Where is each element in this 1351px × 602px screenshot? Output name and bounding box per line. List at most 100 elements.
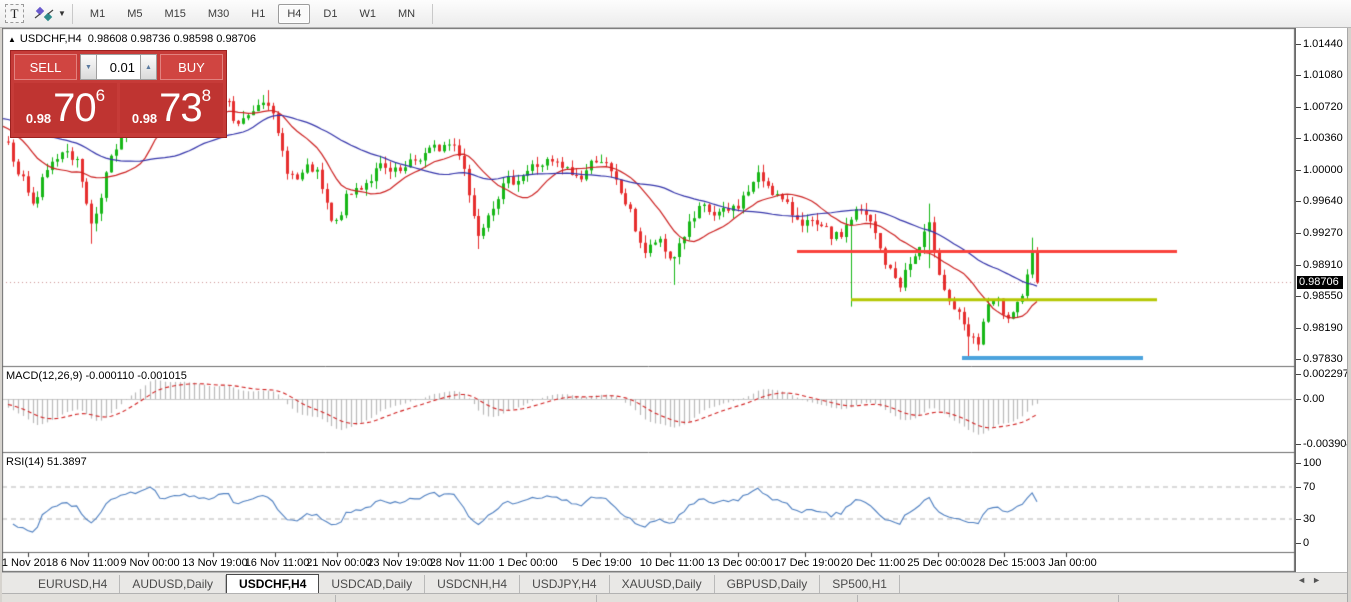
price-axis-label: 0.98190 [1303, 322, 1343, 334]
price-axis[interactable]: 1.014401.010801.007201.003601.000000.996… [1295, 28, 1347, 572]
status-bar [2, 593, 1347, 602]
timeframe-button-mn[interactable]: MN [389, 4, 424, 24]
buy-price-big-digits: 73 [159, 87, 202, 129]
time-axis-label: 10 Dec 11:00 [640, 557, 705, 569]
status-separator [857, 595, 858, 602]
chart-tab-usdjpy[interactable]: USDJPY,H4 [520, 575, 609, 593]
dropdown-caret-icon[interactable]: ▼ [58, 9, 66, 18]
price-axis-label: 1.00360 [1303, 132, 1343, 144]
time-axis-label: 5 Dec 19:00 [572, 557, 631, 569]
time-axis-label: 17 Dec 19:00 [774, 557, 839, 569]
chart-ohlc-title: ▲ USDCHF,H4 0.98608 0.98736 0.98598 0.987… [8, 33, 256, 45]
time-axis-label: 20 Dec 11:00 [841, 557, 906, 569]
high-value: 0.98736 [131, 33, 171, 45]
macd-indicator-label: MACD(12,26,9) -0.000110 -0.001015 [6, 370, 187, 382]
time-axis-label: 9 Nov 00:00 [120, 557, 179, 569]
status-separator [335, 595, 336, 602]
rsi-name: RSI(14) [6, 456, 44, 468]
status-separator [596, 595, 597, 602]
macd-name: MACD(12,26,9) [6, 370, 82, 382]
volume-input[interactable] [97, 54, 140, 80]
timeframe-button-h4[interactable]: H4 [278, 4, 310, 24]
low-value: 0.98598 [173, 33, 213, 45]
tab-scroll-arrows[interactable]: ◄► [1297, 575, 1327, 585]
one-click-trading-panel: SELL ▼ ▲ BUY 0.98 70 6 0.98 73 8 [10, 50, 227, 138]
price-axis-label: 0.97830 [1303, 353, 1343, 365]
volume-increase-button[interactable]: ▲ [140, 54, 157, 80]
time-axis[interactable]: 1 Nov 20186 Nov 11:009 Nov 00:0013 Nov 1… [2, 553, 1295, 572]
chart-tab-xauusd[interactable]: XAUUSD,Daily [610, 575, 715, 593]
chart-tab-gbpusd[interactable]: GBPUSD,Daily [715, 575, 821, 593]
window-right-edge [1347, 28, 1351, 602]
close-value: 0.98706 [216, 33, 256, 45]
chart-tab-usdcad[interactable]: USDCAD,Daily [319, 575, 425, 593]
objects-tool-button[interactable]: ▼ [33, 6, 66, 22]
sell-price-prefix: 0.98 [26, 111, 51, 126]
buy-price-display[interactable]: 0.98 73 8 [120, 83, 223, 133]
tab-scroll-left-icon[interactable]: ◄ [1297, 575, 1312, 585]
time-axis-label: 3 Jan 00:00 [1039, 557, 1097, 569]
buy-price-prefix: 0.98 [132, 111, 157, 126]
volume-stepper: ▼ ▲ [80, 54, 157, 80]
price-axis-label: 1.00720 [1303, 101, 1343, 113]
time-axis-label: 1 Dec 00:00 [498, 557, 557, 569]
time-axis-label: 6 Nov 11:00 [61, 557, 120, 569]
macd-signal-value: -0.001015 [137, 370, 187, 382]
sell-price-big-digits: 70 [53, 87, 96, 129]
symbol-label: USDCHF,H4 [20, 33, 82, 45]
time-axis-label: 28 Dec 15:00 [973, 557, 1038, 569]
time-axis-label: 13 Dec 00:00 [707, 557, 772, 569]
time-axis-label: 13 Nov 19:00 [182, 557, 247, 569]
time-axis-label: 21 Nov 00:00 [306, 557, 371, 569]
rsi-axis-label: 0 [1303, 537, 1309, 549]
price-axis-label: 0.99270 [1303, 227, 1343, 239]
timeframe-button-w1[interactable]: W1 [350, 4, 385, 24]
time-axis-label: 28 Nov 11:00 [430, 557, 495, 569]
rsi-axis-label: 100 [1303, 457, 1321, 469]
sell-price-pip-digit: 6 [96, 86, 105, 106]
collapse-triangle-icon[interactable]: ▲ [8, 35, 16, 44]
price-axis-label: 0.99640 [1303, 195, 1343, 207]
time-axis-label: 23 Nov 19:00 [367, 557, 432, 569]
text-tool-button[interactable]: T [5, 4, 24, 23]
timeframe-button-m5[interactable]: M5 [118, 4, 151, 24]
chart-tab-sp500[interactable]: SP500,H1 [820, 575, 900, 593]
time-axis-label: 25 Dec 00:00 [907, 557, 972, 569]
status-separator [1118, 595, 1119, 602]
timeframe-group: M1M5M15M30H1H4D1W1MN [79, 4, 426, 24]
macd-axis-label: -0.003904 [1303, 438, 1351, 450]
toolbar-separator [72, 4, 73, 24]
rsi-indicator-label: RSI(14) 51.3897 [6, 456, 87, 468]
sell-price-display[interactable]: 0.98 70 6 [14, 83, 117, 133]
timeframe-button-m15[interactable]: M15 [155, 4, 194, 24]
time-axis-label: 16 Nov 11:00 [245, 557, 310, 569]
macd-axis-label: 0.002297 [1303, 368, 1349, 380]
price-axis-label: 0.98910 [1303, 259, 1343, 271]
buy-price-pip-digit: 8 [202, 86, 211, 106]
timeframe-button-m30[interactable]: M30 [199, 4, 238, 24]
open-value: 0.98608 [88, 33, 128, 45]
chart-tab-audusd[interactable]: AUDUSD,Daily [120, 575, 226, 593]
sell-button[interactable]: SELL [14, 54, 77, 80]
chart-tab-bar: EURUSD,H4AUDUSD,DailyUSDCHF,H4USDCAD,Dai… [2, 572, 1347, 593]
arrows-diamonds-icon [33, 6, 55, 22]
macd-axis-label: 0.00 [1303, 393, 1324, 405]
rsi-axis-label: 70 [1303, 481, 1315, 493]
time-axis-label: 1 Nov 2018 [2, 557, 58, 569]
timeframe-button-m1[interactable]: M1 [81, 4, 114, 24]
tab-scroll-right-icon[interactable]: ► [1312, 575, 1327, 585]
rsi-axis-label: 30 [1303, 513, 1315, 525]
chart-tab-eurusd[interactable]: EURUSD,H4 [26, 575, 120, 593]
price-axis-label: 1.01080 [1303, 69, 1343, 81]
trading-terminal-window: T ▼ M1M5M15M30H1H4D1W1MN ▲ USDCHF,H4 0.98… [0, 0, 1351, 602]
toolbar-separator [432, 4, 433, 24]
timeframe-button-h1[interactable]: H1 [242, 4, 274, 24]
chart-tab-usdcnh[interactable]: USDCNH,H4 [425, 575, 520, 593]
price-axis-label: 1.00000 [1303, 164, 1343, 176]
buy-button[interactable]: BUY [160, 54, 223, 80]
volume-decrease-button[interactable]: ▼ [80, 54, 97, 80]
rsi-value: 51.3897 [47, 456, 87, 468]
chart-tab-usdchf[interactable]: USDCHF,H4 [226, 574, 319, 593]
price-axis-label: 0.98550 [1303, 290, 1343, 302]
timeframe-button-d1[interactable]: D1 [314, 4, 346, 24]
